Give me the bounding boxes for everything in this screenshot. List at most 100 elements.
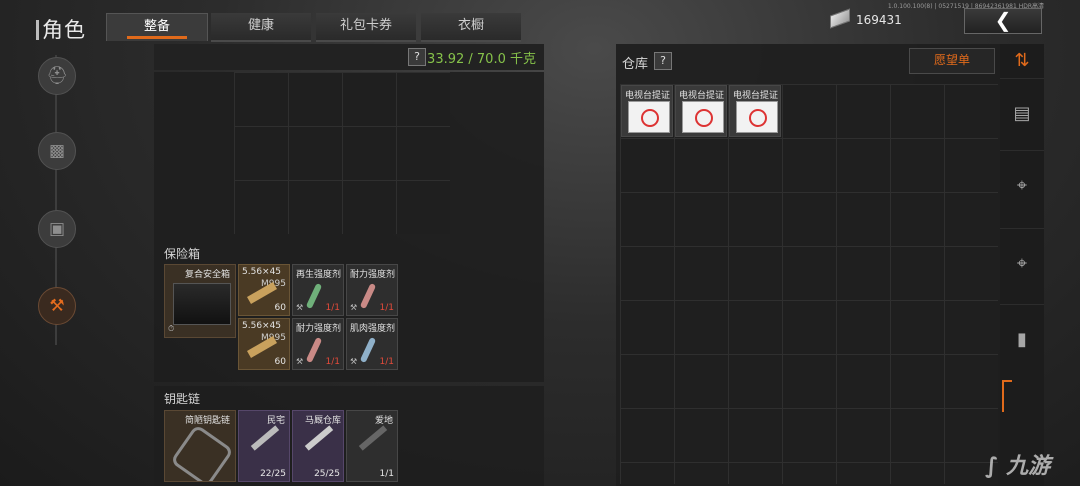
- backpack-icon: ▣: [48, 219, 66, 239]
- safebox-item[interactable]: 耐力强度剂 1/1 ⚒: [346, 264, 398, 316]
- sort-icon: ⇅: [1014, 50, 1030, 71]
- safebox-item[interactable]: 5.56×45 M995 60: [238, 264, 290, 316]
- backpack-grid[interactable]: [234, 72, 450, 234]
- syringe-icon: [305, 282, 323, 310]
- weight-value: 33.92 / 70.0 千克: [427, 52, 536, 67]
- keychain-icon: [169, 423, 235, 481]
- key-count: 22/25: [260, 469, 286, 479]
- item-name: 耐力强度剂: [296, 324, 342, 334]
- tab-wardrobe[interactable]: 衣橱: [421, 13, 521, 42]
- key-icon: [358, 425, 388, 451]
- key-item[interactable]: 爱地 1/1: [346, 410, 398, 482]
- item-name: 5.56×45: [242, 321, 282, 331]
- tab-label: 整备: [143, 19, 170, 34]
- warehouse-label: 仓库: [622, 57, 649, 72]
- tab-gift-cards[interactable]: 礼包卡券: [316, 13, 416, 42]
- safebox-case-icon: [173, 283, 231, 325]
- safebox-container[interactable]: 复合安全箱 ⏱: [164, 264, 236, 338]
- currency-display: 169431: [830, 8, 902, 29]
- magazine-icon: ▮: [1017, 329, 1027, 350]
- item-name: 再生强度剂: [296, 270, 342, 280]
- page-title-text: 角色: [42, 18, 86, 42]
- tool-icon: ⚒: [296, 357, 304, 366]
- smg-icon: ⌖: [1016, 253, 1028, 274]
- tab-label: 健康: [247, 18, 274, 33]
- warehouse-panel: 仓库 ? 电视台提证 电视台提证 电视台提证: [616, 44, 1000, 486]
- keychain-container[interactable]: 简陋钥匙链: [164, 410, 236, 482]
- safebox-item[interactable]: 5.56×45 M995 60: [238, 318, 290, 370]
- item-count: 1/1: [379, 357, 394, 367]
- tool-icon: ⚒: [350, 357, 358, 366]
- tab-equipment[interactable]: 整备: [106, 13, 208, 41]
- key-item[interactable]: 民宅 22/25: [238, 410, 290, 482]
- title-bar-decoration: [36, 20, 39, 40]
- item-count: 1/1: [379, 303, 394, 313]
- keychain-label: 钥匙链: [164, 392, 201, 406]
- wrench-icon: ⚒: [49, 296, 65, 316]
- syringe-icon: [359, 336, 377, 364]
- safebox-label: 保险箱: [164, 247, 201, 261]
- timer-icon: ⏱: [168, 324, 175, 333]
- rifle-icon: ⌖: [1016, 175, 1028, 196]
- tab-active-indicator: [127, 36, 187, 39]
- cash-icon: [830, 8, 850, 29]
- back-button[interactable]: ❮: [964, 8, 1042, 34]
- rail-helmet-button[interactable]: ⛑: [38, 57, 76, 95]
- watermark-logo-icon: ∫: [985, 454, 999, 479]
- tab-label: 礼包卡券: [339, 18, 392, 33]
- rail-tools-button[interactable]: ⚒: [38, 287, 76, 325]
- safebox-item[interactable]: 再生强度剂 1/1 ⚒: [292, 264, 344, 316]
- currency-amount: 169431: [856, 13, 902, 27]
- key-name: 民宅: [267, 416, 286, 426]
- category-all[interactable]: ▤: [1000, 78, 1044, 149]
- syringe-icon: [305, 336, 323, 364]
- item-name: 耐力强度剂: [350, 270, 396, 280]
- equipment-panel: 保险箱 复合安全箱 ⏱ 5.56×45 M995 60 再生强度剂 1/1 ⚒ …: [154, 72, 544, 382]
- syringe-icon: [359, 282, 377, 310]
- all-items-icon: ▤: [1013, 103, 1031, 124]
- safebox-item[interactable]: 耐力强度剂 1/1 ⚒: [292, 318, 344, 370]
- key-icon: [304, 425, 334, 451]
- item-name: 5.56×45: [242, 267, 282, 277]
- chevron-left-icon: ❮: [994, 8, 1012, 32]
- category-smg[interactable]: ⌖: [1000, 228, 1044, 299]
- tool-icon: ⚒: [350, 303, 358, 312]
- category-magazines[interactable]: ▮: [1000, 304, 1044, 375]
- key-icon: [250, 425, 280, 451]
- helmet-icon: ⛑: [46, 66, 68, 86]
- item-count: 60: [274, 357, 286, 367]
- wishlist-button[interactable]: 愿望单: [909, 48, 995, 74]
- key-item[interactable]: 马厩仓库 25/25: [292, 410, 344, 482]
- weight-bar: ? 33.92 / 70.0 千克: [154, 44, 544, 70]
- document-icon: [682, 101, 724, 133]
- warehouse-grid[interactable]: [620, 84, 998, 484]
- warehouse-item[interactable]: 电视台提证: [675, 85, 727, 137]
- rail-vest-button[interactable]: ▩: [38, 132, 76, 170]
- item-name: 肌肉强度剂: [350, 324, 396, 334]
- tool-icon: ⚒: [296, 303, 304, 312]
- item-name: 电视台提证: [733, 91, 779, 101]
- rail-backpack-button[interactable]: ▣: [38, 210, 76, 248]
- safebox-item[interactable]: 肌肉强度剂 1/1 ⚒: [346, 318, 398, 370]
- item-name: 电视台提证: [679, 91, 725, 101]
- category-rifles[interactable]: ⌖: [1000, 150, 1044, 221]
- selection-bracket: [1002, 380, 1012, 412]
- key-count: 1/1: [379, 469, 394, 479]
- item-name: 电视台提证: [625, 91, 671, 101]
- weight-help-button[interactable]: ?: [408, 48, 426, 66]
- safebox-container-name: 复合安全箱: [185, 270, 231, 280]
- sort-button[interactable]: ⇅: [1000, 44, 1044, 78]
- vest-icon: ▩: [48, 141, 66, 161]
- key-name: 马厩仓库: [305, 416, 342, 426]
- warehouse-item[interactable]: 电视台提证: [729, 85, 781, 137]
- watermark: ∫ 九游: [985, 448, 1050, 480]
- document-icon: [628, 101, 670, 133]
- page-title: 角色: [36, 14, 86, 44]
- watermark-text: 九游: [1006, 454, 1051, 479]
- tab-label: 衣橱: [457, 18, 484, 33]
- warehouse-help-button[interactable]: ?: [654, 52, 672, 70]
- tab-health[interactable]: 健康: [211, 13, 311, 42]
- document-icon: [736, 101, 778, 133]
- keychain-container-name: 简陋钥匙链: [185, 416, 231, 426]
- warehouse-item[interactable]: 电视台提证: [621, 85, 673, 137]
